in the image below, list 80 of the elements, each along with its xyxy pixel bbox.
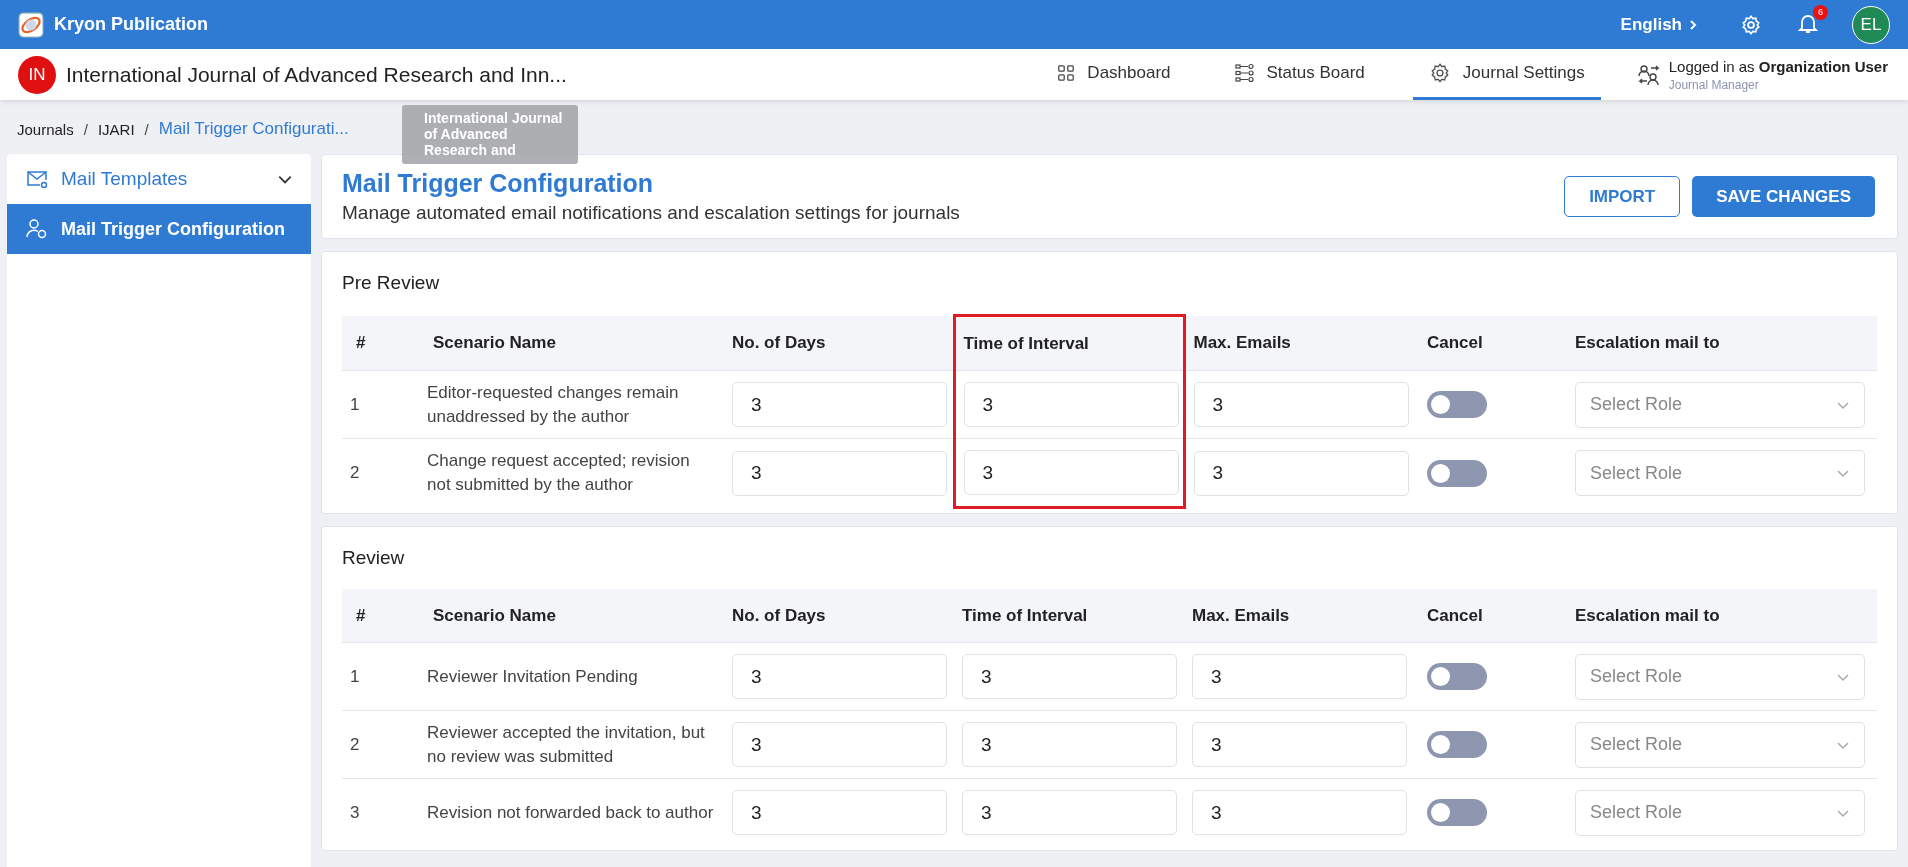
scenario-name: Reviewer Invitation Pending	[427, 665, 639, 688]
save-button[interactable]: SAVE CHANGES	[1692, 176, 1875, 217]
scenario-name: Reviewer accepted the invitation, but no review was submitted	[427, 721, 706, 768]
column-header: #	[342, 315, 419, 371]
language-selector[interactable]: English	[1614, 13, 1704, 36]
max-emails-input[interactable]: 3	[1192, 790, 1407, 835]
days-input[interactable]: 3	[732, 790, 947, 835]
column-header: Max. Emails	[1184, 315, 1419, 371]
journal-title: International Journal of Advanced Research and Inn...	[66, 62, 567, 87]
scenario-name: Revision not forwarded back to author	[427, 801, 715, 824]
flow-icon	[1234, 63, 1255, 83]
column-header: Scenario Name	[419, 315, 724, 371]
role-select[interactable]: Select Role	[1575, 450, 1865, 497]
chevron-right-icon	[1688, 18, 1698, 31]
row-number: 1	[350, 394, 360, 414]
sidebar-item[interactable]: Mail Trigger Configuration	[7, 204, 311, 254]
sidebar-item[interactable]: Mail Templates	[7, 154, 311, 204]
logo-icon	[18, 11, 44, 38]
cancel-toggle[interactable]	[1427, 663, 1487, 690]
max-emails-input[interactable]: 3	[1193, 382, 1409, 427]
column-header: Escalation mail to	[1567, 589, 1877, 643]
nav-tab[interactable]: Status Board	[1218, 49, 1381, 100]
max-emails-input[interactable]: 3	[1193, 450, 1409, 496]
grid-icon	[1057, 64, 1076, 82]
import-button[interactable]: IMPORT	[1564, 176, 1681, 217]
app-title: Kryon Publication	[54, 14, 208, 35]
settings-icon[interactable]	[1740, 13, 1762, 36]
column-header: No. of Days	[724, 589, 954, 643]
role-select[interactable]: Select Role	[1575, 381, 1865, 428]
interval-input[interactable]: 3	[962, 654, 1177, 699]
days-input[interactable]: 3	[732, 450, 947, 496]
section-title: Review	[342, 547, 406, 569]
row-number: 3	[350, 802, 360, 822]
column-header: Time of Interval	[954, 589, 1184, 643]
cancel-toggle[interactable]	[1427, 799, 1487, 826]
max-emails-input[interactable]: 3	[1192, 722, 1407, 767]
role-select[interactable]: Select Role	[1575, 721, 1865, 768]
max-emails-input[interactable]: 3	[1192, 654, 1407, 699]
nav-tab[interactable]: Dashboard	[1041, 49, 1187, 100]
column-header: Scenario Name	[419, 589, 724, 643]
cancel-toggle[interactable]	[1427, 391, 1487, 418]
user-gear-icon	[25, 217, 49, 241]
row-number: 2	[350, 734, 360, 754]
days-input[interactable]: 3	[732, 382, 947, 427]
page-title: Mail Trigger Configuration	[342, 169, 655, 198]
user-switch-icon	[1636, 62, 1661, 87]
column-header: No. of Days	[724, 315, 954, 371]
column-header: Escalation mail to	[1567, 315, 1877, 371]
breadcrumb-link[interactable]: IJARI	[97, 120, 135, 138]
scenario-name: Change request accepted; revision not submitted by the author	[427, 450, 691, 497]
role-select[interactable]: Select Role	[1575, 653, 1865, 700]
interval-input[interactable]: 3	[963, 450, 1179, 495]
cancel-toggle[interactable]	[1427, 459, 1487, 487]
days-input[interactable]: 3	[732, 654, 947, 699]
column-header: Cancel	[1419, 589, 1567, 643]
column-header: Cancel	[1419, 315, 1567, 371]
interval-input[interactable]: 3	[963, 382, 1179, 427]
column-header: Time of Interval	[954, 315, 1184, 371]
column-header: #	[342, 589, 419, 643]
breadcrumb-link[interactable]: Journals	[17, 120, 74, 138]
notification-badge: 6	[1813, 4, 1828, 20]
cancel-toggle[interactable]	[1427, 731, 1487, 758]
row-number: 2	[350, 463, 360, 483]
tooltip: International Journal of Advanced Research and	[402, 105, 578, 164]
breadcrumb-separator: /	[144, 120, 149, 138]
section-title: Pre Review	[342, 272, 441, 294]
days-input[interactable]: 3	[732, 722, 947, 767]
row-number: 1	[350, 666, 360, 686]
logged-in-label: Logged in as Organization User	[1668, 57, 1888, 75]
column-header: Max. Emails	[1184, 589, 1419, 643]
user-role: Journal Manager	[1668, 77, 1760, 92]
breadcrumb-separator: /	[83, 120, 88, 138]
journal-badge: IN	[18, 55, 56, 94]
user-avatar[interactable]: EL	[1852, 5, 1890, 44]
role-select[interactable]: Select Role	[1575, 789, 1865, 836]
interval-input[interactable]: 3	[962, 722, 1177, 767]
page-subtitle: Manage automated email notifications and escalation settings for journals	[342, 202, 960, 224]
scenario-name: Editor-requested changes remain unaddressed by the author	[427, 381, 680, 428]
interval-input[interactable]: 3	[962, 790, 1177, 835]
nav-tab[interactable]: Journal Settings	[1412, 49, 1601, 100]
